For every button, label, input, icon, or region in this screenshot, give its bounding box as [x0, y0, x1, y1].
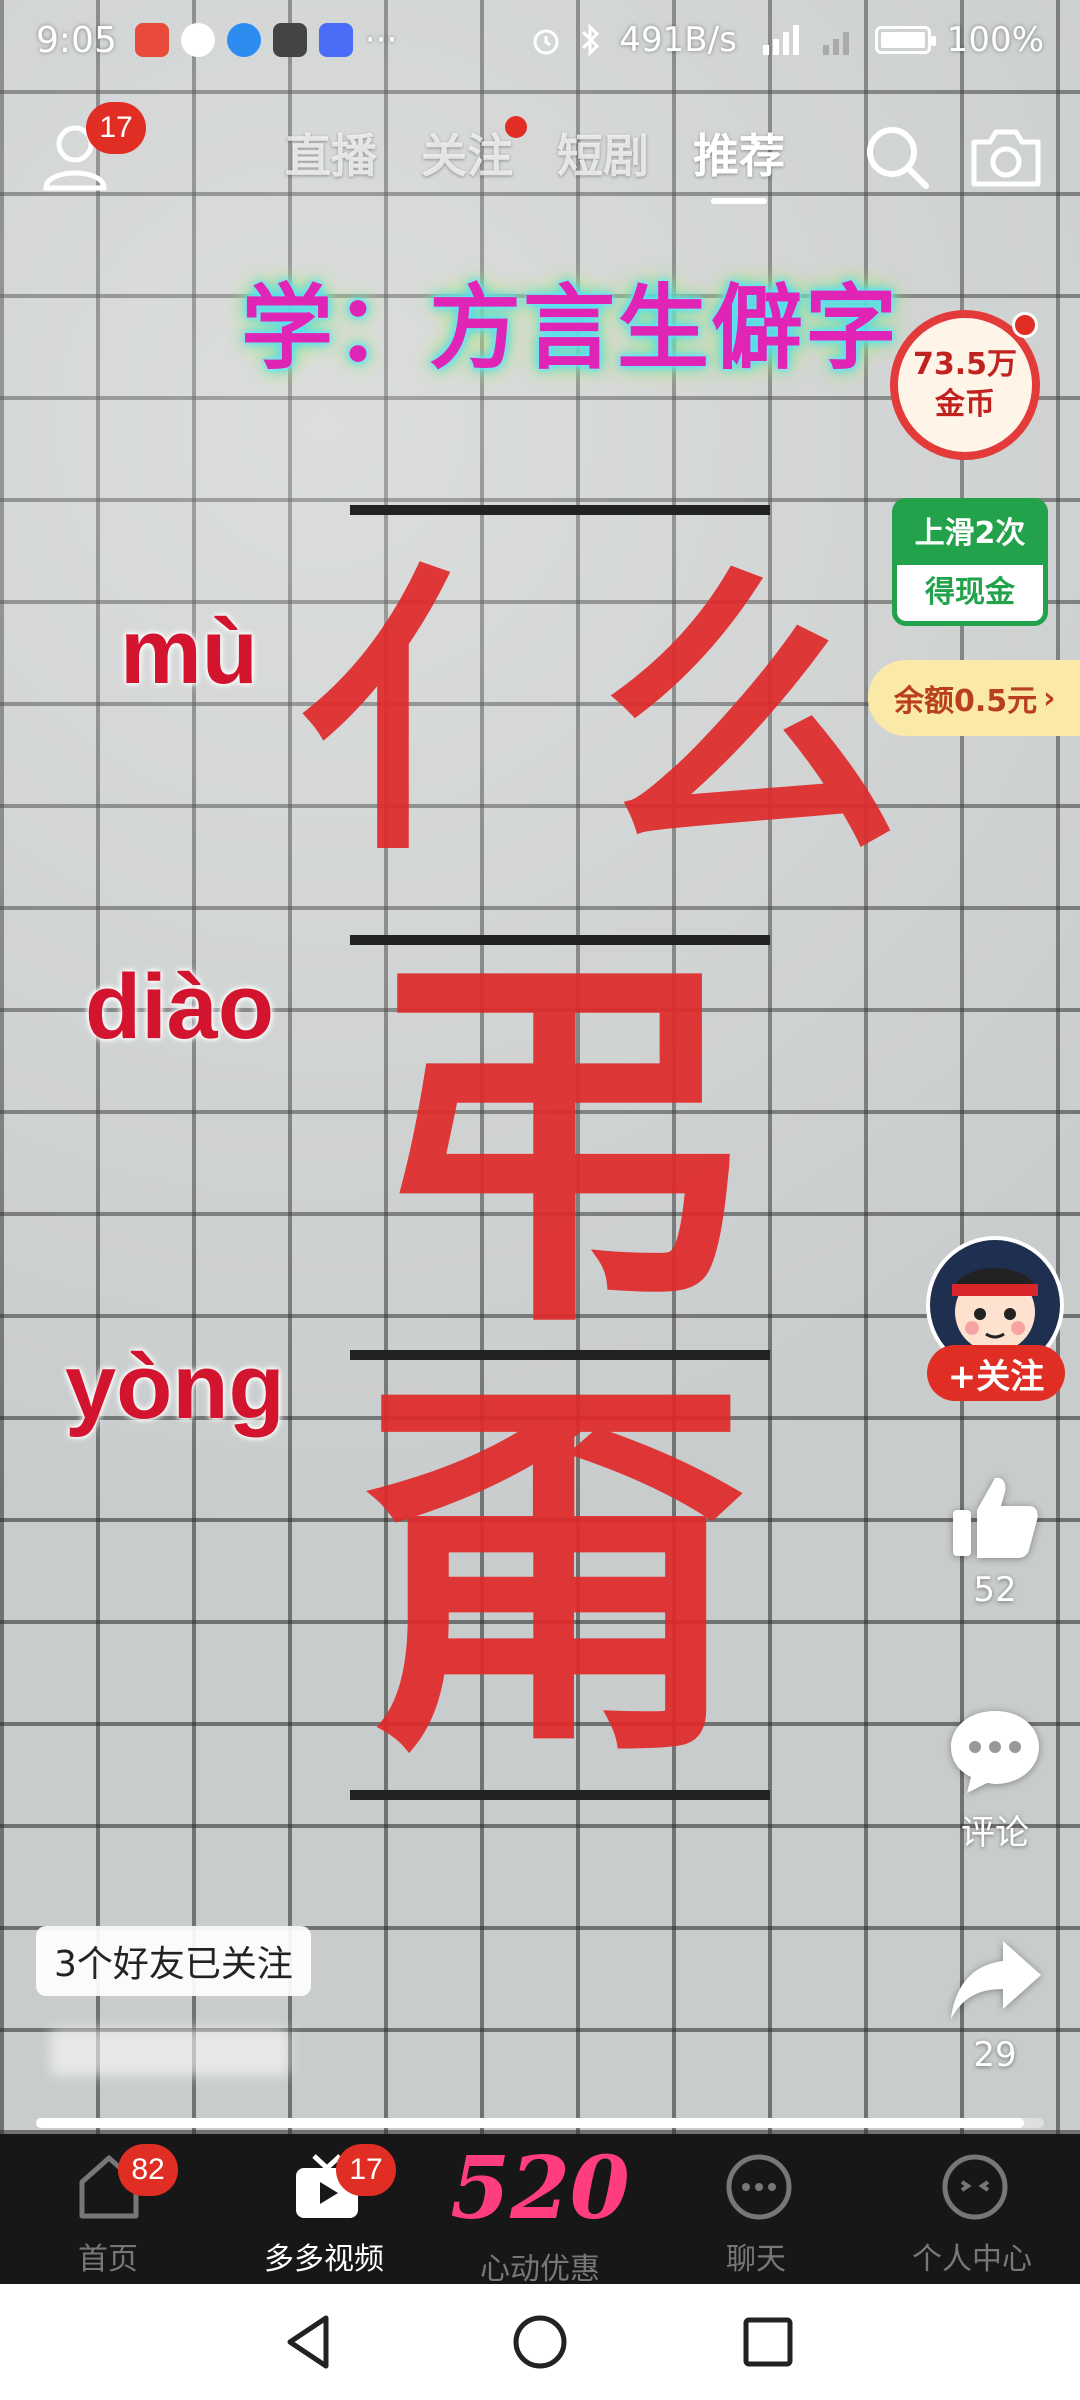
tab-home[interactable]: 82 首页 [0, 2134, 216, 2284]
tab-home-label: 首页 [78, 2242, 138, 2277]
status-time: 9:05 [36, 19, 117, 61]
top-nav: 17 直播 关注 短剧 推荐 [0, 100, 1080, 210]
video-player[interactable]: 学：方言生僻字 mù diào yòng 亻么 弔 甭 [0, 0, 1080, 2134]
browser-icon [226, 23, 261, 57]
battery-percent: 100% [946, 20, 1044, 60]
back-icon[interactable] [276, 2310, 340, 2374]
tab-duoduo-video[interactable]: 17 多多视频 [216, 2134, 432, 2284]
signal-5g-icon [762, 25, 799, 55]
tab-promo-label: 心动优惠 [480, 2252, 600, 2287]
friends-followed-chip[interactable]: 3个好友已关注 [36, 1926, 311, 1996]
cash-reward-top: 上滑2次 [914, 516, 1026, 551]
balance-pill[interactable]: 余额0.5元 › [868, 660, 1080, 736]
tab-chat[interactable]: 聊天 [648, 2134, 864, 2284]
balance-text: 余额0.5元 [894, 684, 1038, 719]
home-badge: 82 [118, 2144, 178, 2196]
battery-icon [874, 26, 936, 54]
calligraphy-char-2: 弔 [360, 916, 750, 1374]
home-circle-icon[interactable] [508, 2310, 572, 2374]
following-new-dot [505, 116, 527, 138]
share-icon [951, 1941, 1041, 2019]
camera-icon [971, 129, 1041, 187]
tab-following-label: 关注 [421, 129, 513, 183]
video-progress-bar[interactable] [36, 2118, 1044, 2128]
pinyin-1: mù [120, 601, 258, 703]
tab-profile[interactable]: 个人中心 [864, 2134, 1080, 2284]
cash-reward-bottom: 得现金 [897, 565, 1043, 621]
share-count: 29 [973, 2035, 1017, 2075]
coin-reward[interactable]: 73.5万 金币 [890, 310, 1040, 460]
recents-square-icon[interactable] [736, 2310, 800, 2374]
like-button[interactable]: 52 [940, 1470, 1050, 1610]
chat-icon [726, 2154, 792, 2220]
alarm-icon [533, 29, 559, 55]
ruled-line [350, 505, 770, 515]
coin-label: 金币 [935, 387, 995, 422]
music-icon [318, 23, 353, 57]
coin-amount: 73.5万 [912, 347, 1018, 382]
tab-chat-label: 聊天 [726, 2242, 786, 2277]
huawei-app-icon [134, 23, 169, 57]
notification-icons: ··· [134, 20, 398, 60]
author-name-blurred [50, 2028, 290, 2076]
progress-fill [36, 2118, 1024, 2128]
feed-tabs: 直播 关注 短剧 推荐 [285, 116, 785, 204]
signal-icon [822, 32, 849, 55]
tab-live[interactable]: 直播 [285, 120, 377, 186]
calligraphy-char-1: 亻么 [300, 538, 900, 891]
chevron-right-icon: › [1043, 680, 1056, 716]
share-button[interactable]: 29 [940, 1935, 1050, 2075]
bottom-tab-bar: 82 首页 17 多多视频 520 心动优惠 聊天 个人中心 [0, 2134, 1080, 2288]
network-speed: 491B/s [619, 20, 737, 60]
tab-recommended[interactable]: 推荐 [693, 120, 785, 204]
tab-duoduo-video-label: 多多视频 [264, 2242, 384, 2277]
follow-button[interactable]: +关注 [927, 1345, 1065, 1401]
status-bar: 9:05 ··· 491B/s 100% [0, 0, 1080, 80]
tab-promo[interactable]: 520 心动优惠 [432, 2134, 648, 2288]
calligraphy-char-3: 甭 [360, 1346, 750, 1804]
tab-short-drama[interactable]: 短剧 [557, 120, 649, 186]
video-title: 学：方言生僻字 [240, 274, 899, 382]
pinyin-3: yòng [65, 1336, 285, 1438]
profile-badge: 17 [86, 102, 146, 154]
wechat-icon [180, 23, 215, 57]
comment-icon [951, 1711, 1039, 1793]
avatar-app-icon [272, 23, 307, 57]
promo-520-logo: 520 [450, 2138, 630, 2239]
search-icon [867, 127, 929, 189]
bluetooth-icon [582, 23, 600, 57]
search-button[interactable] [862, 122, 932, 192]
thumbs-up-icon [953, 1477, 1038, 1558]
profile-face-icon [942, 2154, 1008, 2220]
system-nav-bar [0, 2284, 1080, 2400]
profile-button[interactable]: 17 [40, 102, 146, 200]
like-count: 52 [973, 1570, 1017, 1610]
coin-red-dot [1012, 312, 1038, 338]
camera-button[interactable] [968, 122, 1044, 192]
tab-following[interactable]: 关注 [421, 116, 527, 186]
comment-button[interactable]: 评论 [940, 1705, 1050, 1854]
pinyin-2: diào [85, 956, 275, 1058]
more-notifications: ··· [364, 20, 398, 60]
comment-label: 评论 [961, 1813, 1029, 1853]
video-badge: 17 [336, 2144, 396, 2196]
tab-profile-label: 个人中心 [912, 2242, 1032, 2277]
cash-reward[interactable]: 上滑2次 得现金 [892, 498, 1048, 626]
